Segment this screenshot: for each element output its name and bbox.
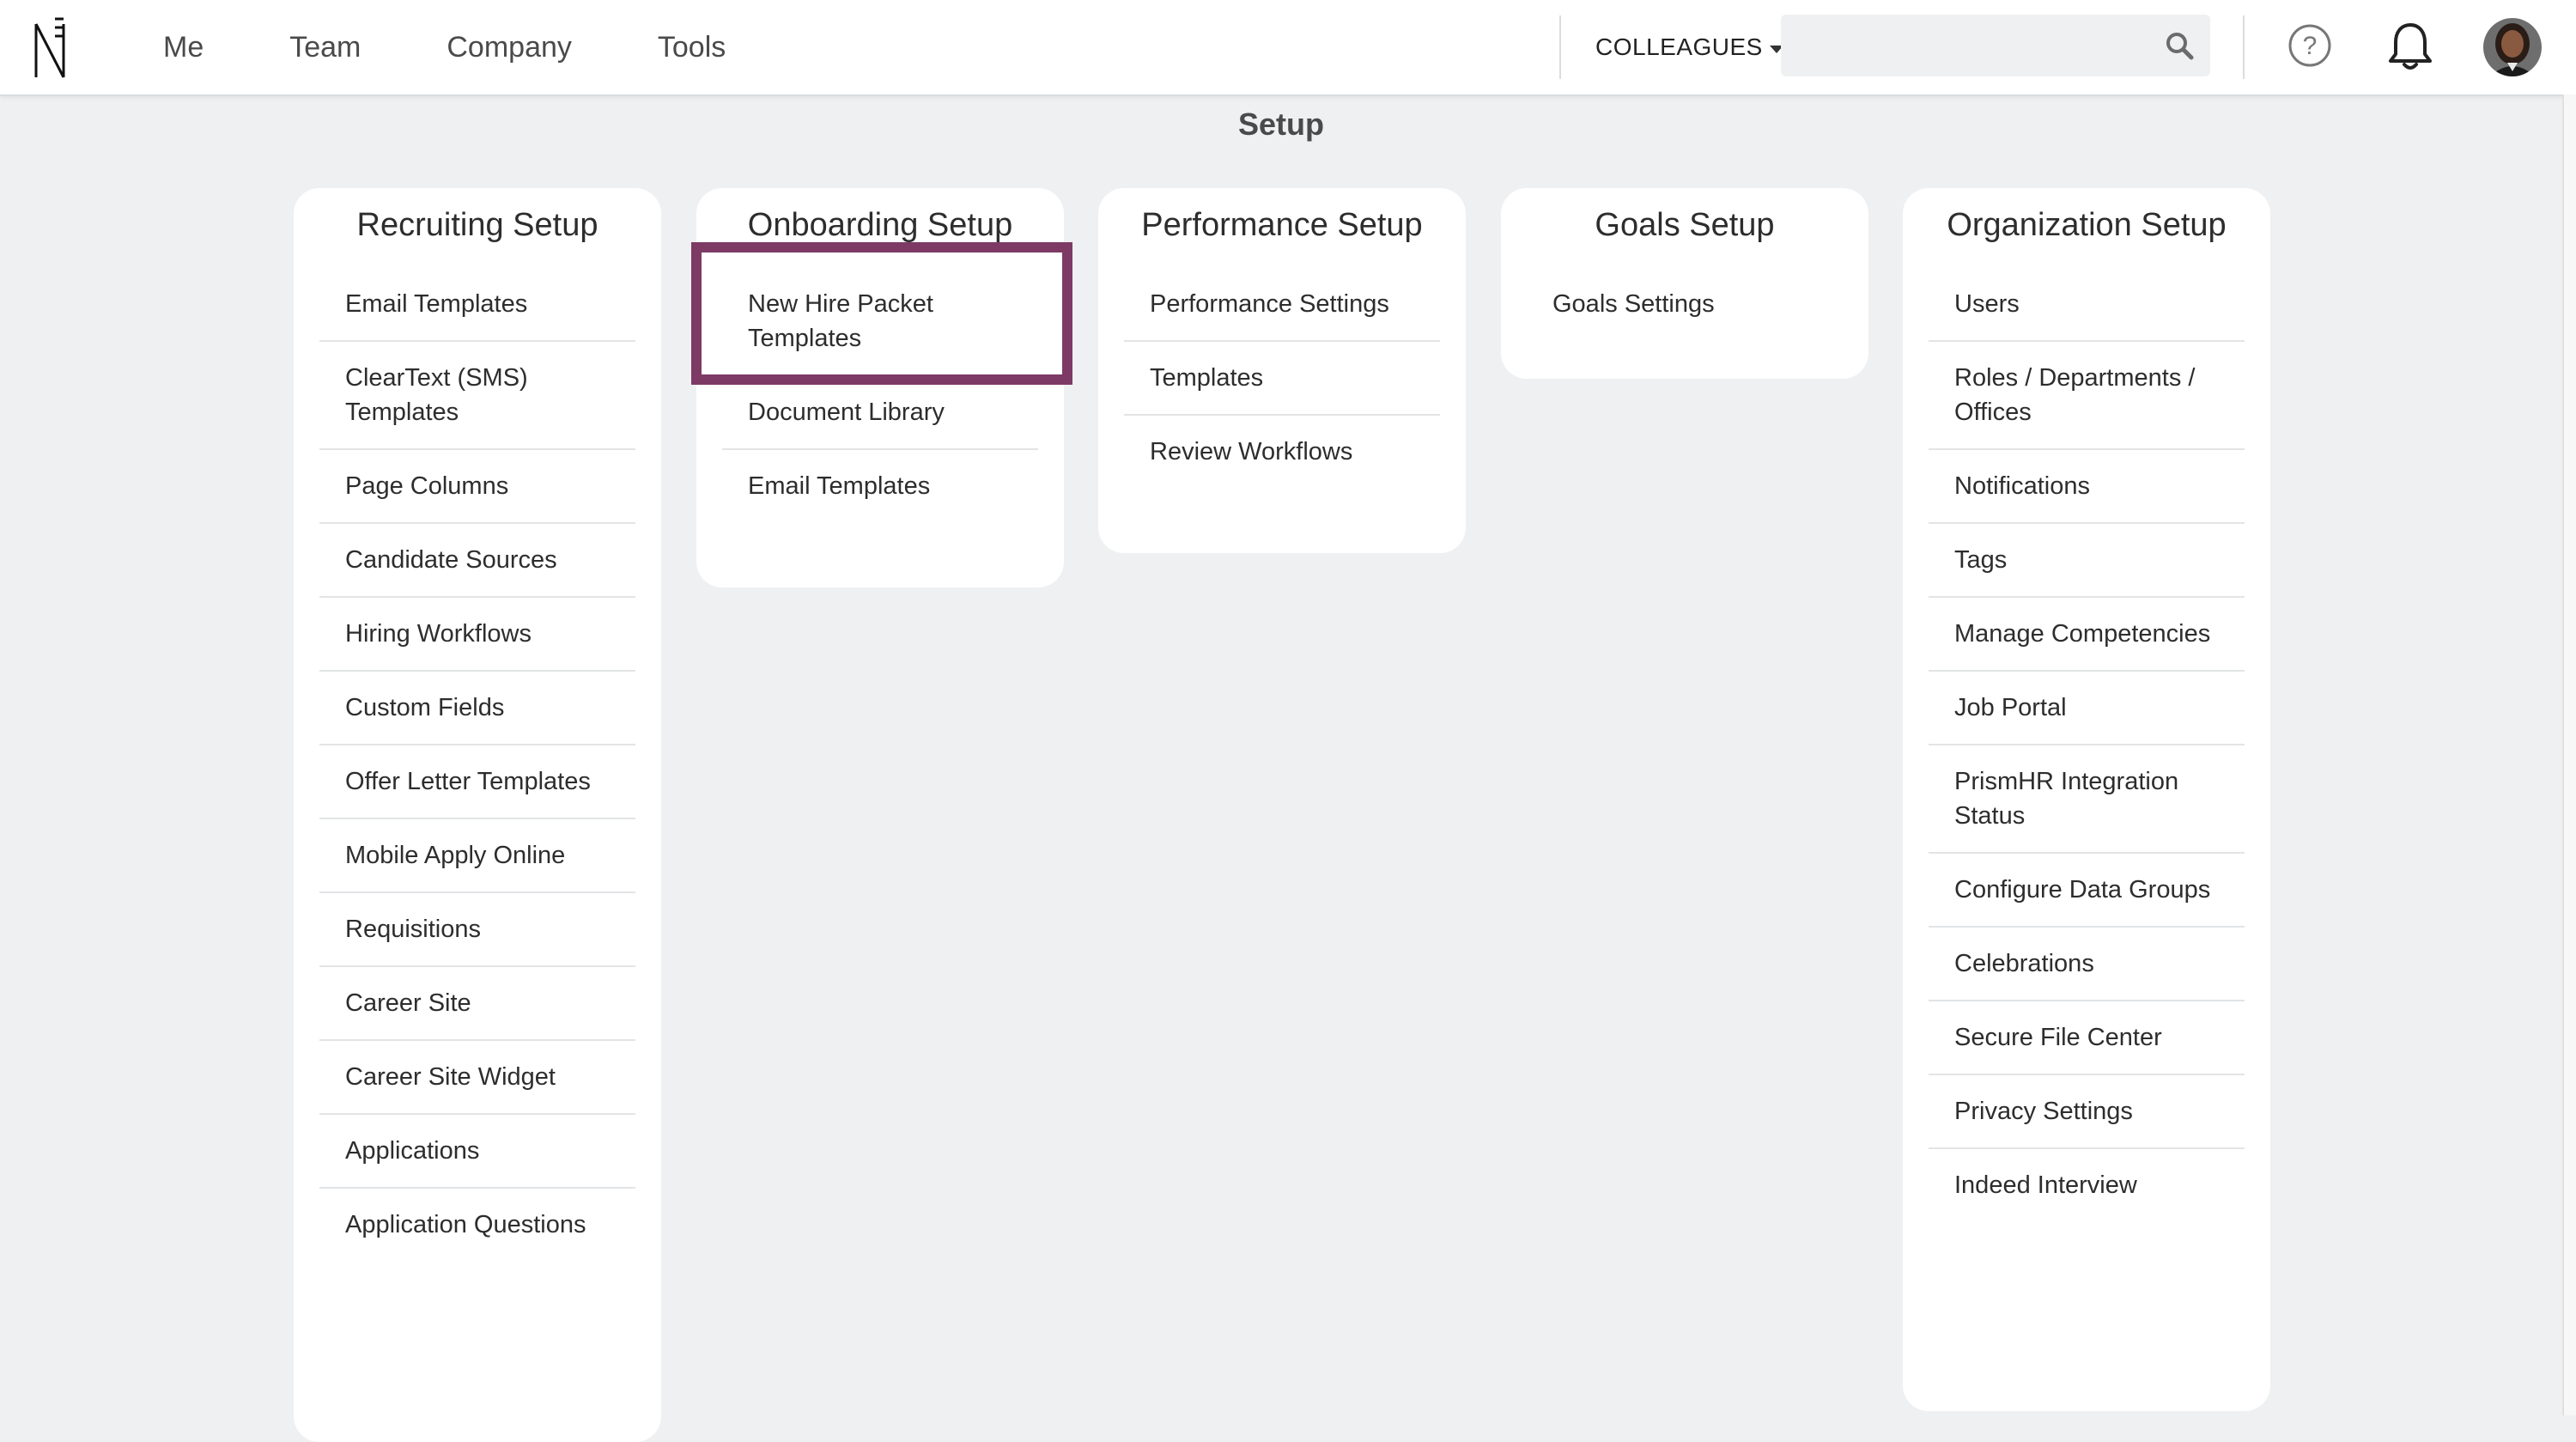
list-item[interactable]: Applications xyxy=(319,1115,635,1189)
onboarding-setup-list: New Hire Packet Templates Document Libra… xyxy=(691,242,1072,522)
list-item[interactable]: Indeed Interview xyxy=(1929,1149,2245,1221)
list-item[interactable]: Templates xyxy=(1124,342,1440,416)
colleagues-label: COLLEAGUES xyxy=(1595,33,1763,60)
new-hire-packet-templates-link[interactable]: New Hire Packet Templates xyxy=(691,242,1072,385)
search-icon[interactable] xyxy=(2164,30,2195,61)
card-title: Recruiting Setup xyxy=(356,207,598,243)
colleagues-dropdown[interactable]: COLLEAGUES xyxy=(1595,0,1783,94)
list-item[interactable]: Job Portal xyxy=(1929,672,2245,745)
onboarding-setup-card: Onboarding Setup New Hire Packet Templat… xyxy=(691,188,1072,587)
list-item[interactable]: Candidate Sources xyxy=(319,524,635,598)
bell-icon[interactable] xyxy=(2387,21,2433,71)
list-item[interactable]: Users xyxy=(1929,268,2245,342)
page-title: Setup xyxy=(1237,106,1324,142)
list-item[interactable]: Goals Settings xyxy=(1527,268,1843,340)
list-item[interactable]: Email Templates xyxy=(319,268,635,342)
organization-setup-card: Organization Setup Users Roles / Departm… xyxy=(1903,188,2270,1411)
page-scrollbar[interactable] xyxy=(2562,94,2576,1415)
card-title: Goals Setup xyxy=(1595,207,1775,243)
list-item[interactable]: Hiring Workflows xyxy=(319,598,635,672)
list-item[interactable]: Requisitions xyxy=(319,893,635,967)
card-title: Organization Setup xyxy=(1947,207,2227,243)
nav-item-company[interactable]: Company xyxy=(447,31,572,64)
goals-setup-card: Goals Setup Goals Settings xyxy=(1501,188,1868,379)
list-item[interactable]: Configure Data Groups xyxy=(1929,854,2245,928)
nav-divider xyxy=(1559,15,1561,79)
card-title: Onboarding Setup xyxy=(747,207,1013,243)
card-title: Performance Setup xyxy=(1141,207,1423,243)
organization-setup-list: Users Roles / Departments / Offices Noti… xyxy=(1929,268,2245,1221)
top-navigation-bar: Me Team Company Tools COLLEAGUES ? xyxy=(0,0,2576,96)
list-item[interactable]: Review Workflows xyxy=(1124,416,1440,488)
search-input[interactable] xyxy=(1781,15,2142,76)
list-item[interactable]: Career Site xyxy=(319,967,635,1041)
list-item[interactable]: Tags xyxy=(1929,524,2245,598)
recruiting-setup-list: Email Templates ClearText (SMS) Template… xyxy=(319,268,635,1261)
performance-setup-list: Performance Settings Templates Review Wo… xyxy=(1124,268,1440,488)
nav-divider xyxy=(2243,15,2245,79)
user-avatar[interactable] xyxy=(2483,18,2542,76)
list-item[interactable]: Page Columns xyxy=(319,450,635,524)
list-item[interactable]: Secure File Center xyxy=(1929,1001,2245,1075)
nav-item-me[interactable]: Me xyxy=(163,31,204,64)
search-box xyxy=(1781,15,2210,76)
list-item[interactable]: Document Library xyxy=(722,376,1038,450)
help-circle-icon[interactable]: ? xyxy=(2287,23,2332,68)
svg-text:?: ? xyxy=(2303,32,2318,60)
list-item[interactable]: Custom Fields xyxy=(319,672,635,745)
list-item[interactable]: Manage Competencies xyxy=(1929,598,2245,672)
namely-logo[interactable] xyxy=(33,15,69,79)
list-item[interactable]: Application Questions xyxy=(319,1189,635,1261)
performance-setup-card: Performance Setup Performance Settings T… xyxy=(1098,188,1466,553)
list-item[interactable]: Mobile Apply Online xyxy=(319,819,635,893)
nav-item-tools[interactable]: Tools xyxy=(658,31,726,64)
main-nav: Me Team Company Tools xyxy=(120,0,769,94)
list-item[interactable]: Celebrations xyxy=(1929,928,2245,1001)
list-item[interactable]: PrismHR Integration Status xyxy=(1929,745,2245,854)
list-item[interactable]: Offer Letter Templates xyxy=(319,745,635,819)
list-item[interactable]: Notifications xyxy=(1929,450,2245,524)
nav-item-team[interactable]: Team xyxy=(289,31,361,64)
goals-setup-list: Goals Settings xyxy=(1527,268,1843,340)
list-item[interactable]: Performance Settings xyxy=(1124,268,1440,342)
list-item[interactable]: Email Templates xyxy=(722,450,1038,522)
list-item[interactable]: Career Site Widget xyxy=(319,1041,635,1115)
list-item[interactable]: ClearText (SMS) Templates xyxy=(319,342,635,450)
list-item[interactable]: Roles / Departments / Offices xyxy=(1929,342,2245,450)
recruiting-setup-card: Recruiting Setup Email Templates ClearTe… xyxy=(294,188,661,1442)
list-item[interactable]: Privacy Settings xyxy=(1929,1075,2245,1149)
